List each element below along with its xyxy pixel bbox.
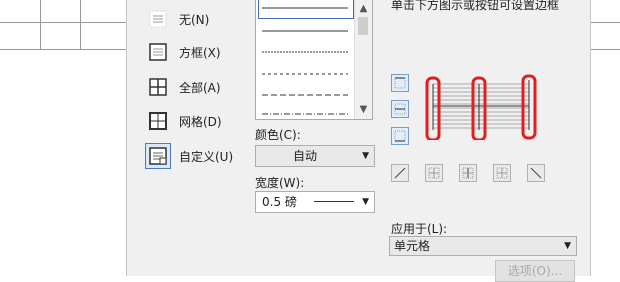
left-border-icon xyxy=(428,167,440,179)
chevron-down-icon: ▼ xyxy=(362,197,369,207)
setting-none[interactable]: 无(N) xyxy=(145,4,209,34)
setting-label: 无(N) xyxy=(179,12,210,27)
custom-border-icon xyxy=(145,143,171,169)
setting-box[interactable]: 方框(X) xyxy=(145,37,221,67)
color-label: 颜色(C): xyxy=(255,128,301,142)
width-value: 0.5 磅 xyxy=(262,195,297,209)
bottom-border-button[interactable] xyxy=(391,127,409,145)
box-border-icon xyxy=(145,39,171,65)
line-style-samples xyxy=(262,7,348,115)
diagonal-down-icon xyxy=(530,167,542,179)
width-label: 宽度(W): xyxy=(255,176,305,190)
right-border-icon xyxy=(496,167,508,179)
color-combo[interactable]: 自动 ▼ xyxy=(255,145,375,167)
chevron-down-icon: ▼ xyxy=(564,241,571,251)
bottom-border-icon xyxy=(394,130,406,142)
no-border-icon xyxy=(145,6,171,32)
inside-horizontal-border-button[interactable] xyxy=(391,100,409,118)
top-border-button[interactable] xyxy=(391,74,409,92)
inside-horizontal-border-icon xyxy=(394,103,406,115)
setting-label: 自定义(U) xyxy=(179,149,234,164)
scroll-up-icon[interactable]: ▲ xyxy=(355,0,372,17)
preview-hint: 单击下方图示或按钮可设置边框 xyxy=(391,0,560,12)
diagonal-down-border-button[interactable] xyxy=(527,164,545,182)
top-border-icon xyxy=(394,77,406,89)
setting-label: 全部(A) xyxy=(179,80,221,95)
scroll-thumb[interactable] xyxy=(358,17,368,35)
inside-vertical-border-button[interactable] xyxy=(459,164,477,182)
border-preview[interactable] xyxy=(419,74,541,140)
apply-to-value: 单元格 xyxy=(394,239,431,253)
right-border-button[interactable] xyxy=(493,164,511,182)
apply-to-combo[interactable]: 单元格 ▼ xyxy=(389,236,577,256)
options-button[interactable]: 选项(O)... xyxy=(495,260,575,282)
setting-grid[interactable]: 网格(D) xyxy=(145,106,222,136)
line-style-scrollbar[interactable]: ▲ ▼ xyxy=(354,0,372,119)
setting-label: 方框(X) xyxy=(179,45,221,60)
scroll-down-icon[interactable]: ▼ xyxy=(355,101,372,118)
line-style-list[interactable]: ▲ ▼ xyxy=(255,0,373,120)
grid-border-icon xyxy=(145,108,171,134)
chevron-down-icon: ▼ xyxy=(362,151,369,161)
inside-vertical-border-icon xyxy=(462,167,474,179)
diagonal-up-border-button[interactable] xyxy=(391,164,409,182)
width-sample-line xyxy=(314,201,354,202)
setting-all[interactable]: 全部(A) xyxy=(145,72,221,102)
setting-custom[interactable]: 自定义(U) xyxy=(145,141,233,171)
borders-dialog: 无(N) 方框(X) 全部(A) 网格(D) 自定义(U) ▲ ▼ 颜色(C):… xyxy=(126,0,591,282)
color-value: 自动 xyxy=(292,149,317,163)
diagonal-up-icon xyxy=(394,167,406,179)
all-borders-icon xyxy=(145,74,171,100)
width-combo[interactable]: 0.5 磅 ▼ xyxy=(255,191,375,213)
setting-label: 网格(D) xyxy=(179,114,222,129)
apply-to-label: 应用于(L): xyxy=(391,222,448,236)
left-border-button[interactable] xyxy=(425,164,443,182)
